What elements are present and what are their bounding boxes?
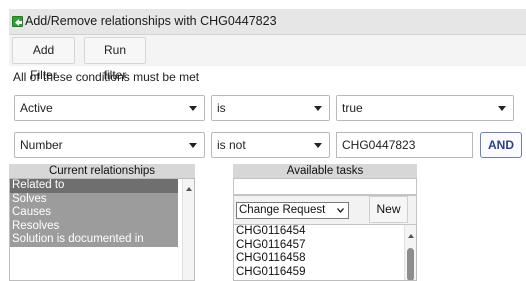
current-relationships-list[interactable]: Related to Solves Causes Resolves Soluti…	[9, 178, 195, 281]
conditions-hint: All of these conditions must be met	[13, 70, 200, 84]
dialog-title: Add/Remove relationships with CHG0447823	[25, 14, 277, 28]
relationships-scrollbar[interactable]	[182, 179, 194, 280]
chevron-down-icon	[189, 143, 197, 148]
condition-2-value-input[interactable]: CHG0447823	[336, 132, 473, 158]
and-button[interactable]: AND	[480, 132, 522, 158]
current-relationships-header: Current relationships	[9, 164, 195, 178]
condition-2-field-value: Number	[20, 138, 63, 152]
list-item[interactable]: Solution is documented in	[10, 233, 178, 247]
condition-2-operator-select[interactable]: is not	[211, 132, 330, 158]
dialog-title-bar: Add/Remove relationships with CHG0447823	[9, 9, 526, 35]
condition-1-operator-value: is	[217, 101, 226, 115]
scroll-up-icon[interactable]	[186, 187, 192, 191]
list-item[interactable]: Resolves	[10, 219, 178, 233]
filter-toolbar: Add Filter Run filter	[9, 35, 526, 82]
list-item[interactable]: CHG0116457	[234, 239, 402, 253]
list-item[interactable]: CHG0116454	[234, 225, 402, 239]
back-arrow-icon[interactable]	[12, 16, 23, 27]
scroll-thumb[interactable]	[407, 248, 414, 280]
condition-1-operator-select[interactable]: is	[211, 95, 330, 121]
chevron-down-icon	[314, 143, 322, 148]
list-item[interactable]: Causes	[10, 206, 178, 220]
chevron-down-icon	[314, 106, 322, 111]
list-item[interactable]: CHG0116459	[234, 266, 402, 280]
available-tasks-list[interactable]: CHG0116454 CHG0116457 CHG0116458 CHG0116…	[233, 225, 417, 281]
chevron-down-icon	[337, 208, 344, 213]
available-tasks-filter-bar	[233, 178, 417, 195]
new-task-button[interactable]: New	[369, 196, 408, 223]
condition-1-field-select[interactable]: Active	[14, 95, 205, 121]
condition-2-operator-value: is not	[217, 138, 246, 152]
list-item[interactable]: Related to	[10, 179, 178, 193]
list-item[interactable]: Solves	[10, 192, 178, 206]
chevron-down-icon	[189, 106, 197, 111]
add-filter-button[interactable]: Add Filter	[12, 37, 75, 82]
chevron-down-icon	[498, 106, 506, 111]
condition-1-value: true	[342, 101, 363, 115]
condition-1-value-select[interactable]: true	[336, 95, 514, 121]
condition-1-field-value: Active	[20, 101, 53, 115]
available-tasks-header: Available tasks	[233, 164, 417, 178]
condition-2-field-select[interactable]: Number	[14, 132, 205, 158]
task-type-select[interactable]: Change Request	[236, 202, 349, 219]
task-type-value: Change Request	[239, 204, 326, 216]
list-item[interactable]: CHG0116458	[234, 252, 402, 266]
scroll-up-icon[interactable]	[408, 234, 414, 238]
tasks-scrollbar[interactable]	[404, 225, 416, 280]
run-filter-button[interactable]: Run filter	[84, 37, 146, 82]
